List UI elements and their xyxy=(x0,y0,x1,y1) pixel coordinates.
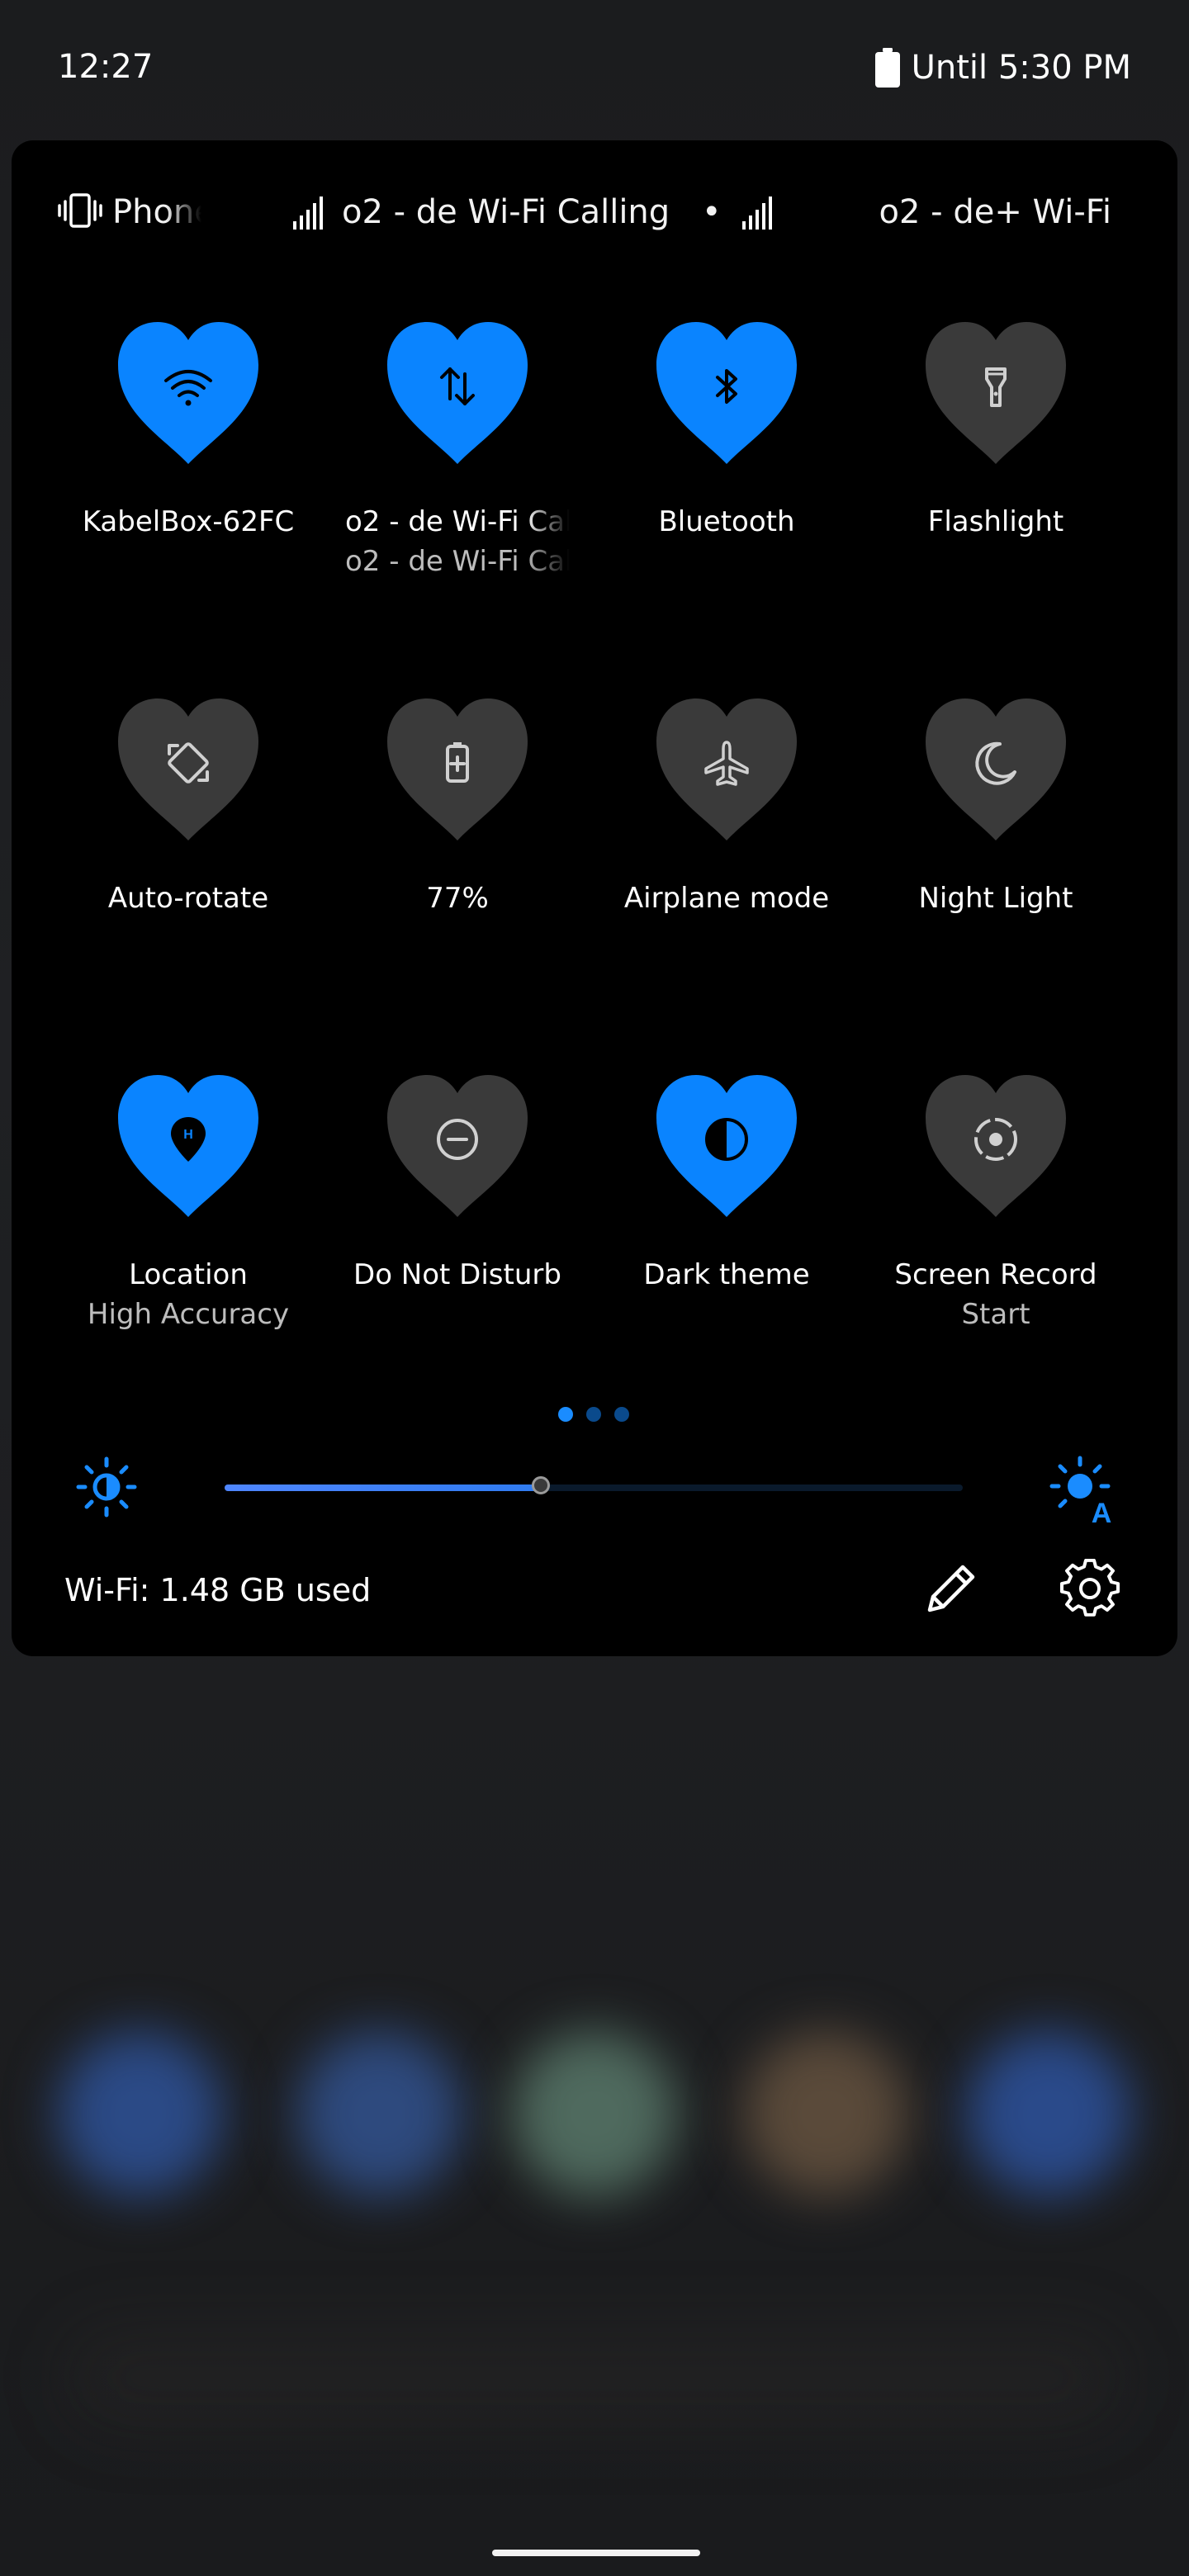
brightness-slider-fill xyxy=(225,1485,542,1491)
tile-label: KabelBox-62FC xyxy=(82,505,295,538)
blurred-home-apps xyxy=(0,1998,1189,2213)
blurred-app-icon xyxy=(743,2031,908,2196)
data-usage-label[interactable]: Wi-Fi: 1.48 GB used xyxy=(64,1572,371,1608)
tile-auto-rotate[interactable]: Auto-rotate xyxy=(54,698,323,1054)
tile-bluetooth-button[interactable] xyxy=(656,322,797,464)
location-pin-icon: H xyxy=(171,1117,206,1162)
battery-full-icon xyxy=(874,48,900,88)
tile-wifi-button[interactable] xyxy=(118,322,258,464)
minus-circle-icon xyxy=(437,1119,478,1160)
tile-label: Flashlight xyxy=(927,505,1064,538)
tile-battery-saver-button[interactable] xyxy=(387,698,528,841)
tile-screen-record[interactable]: Screen Record Start xyxy=(861,1075,1130,1430)
flashlight-icon xyxy=(985,367,1007,407)
tile-mobile-data-button[interactable] xyxy=(387,322,528,464)
tile-sublabel: Start xyxy=(961,1298,1030,1331)
page-indicator xyxy=(558,1407,629,1422)
contrast-icon xyxy=(705,1118,748,1161)
status-time: 12:27 xyxy=(58,48,154,86)
gear-icon[interactable] xyxy=(1060,1559,1120,1618)
carrier-info-row: Phone o2 - de Wi-Fi Calling • o2 - de+ W… xyxy=(12,182,1177,248)
tile-label: Screen Record xyxy=(894,1258,1097,1291)
blurred-app-icon xyxy=(966,2031,1131,2196)
brightness-slider[interactable] xyxy=(225,1476,963,1494)
tile-sublabel: High Accuracy xyxy=(87,1298,290,1331)
brightness-slider-thumb[interactable] xyxy=(532,1476,551,1494)
tile-label: 77% xyxy=(426,882,489,915)
page-dot[interactable] xyxy=(614,1407,629,1422)
tile-battery-saver[interactable]: 77% xyxy=(323,698,592,1054)
tile-sublabel-text: o2 - de Wi-Fi Calling xyxy=(345,545,570,578)
tile-flashlight[interactable]: Flashlight xyxy=(861,322,1130,677)
tile-bluetooth[interactable]: Bluetooth xyxy=(592,322,861,677)
tile-airplane-mode[interactable]: Airplane mode xyxy=(592,698,861,1054)
battery-status: Until 5:30 PM xyxy=(874,48,1131,88)
tile-sublabel: o2 - de Wi-Fi Calling xyxy=(323,545,592,585)
tile-night-light[interactable]: Night Light xyxy=(861,698,1130,1054)
signal-bars-icon xyxy=(742,197,772,230)
tile-wifi[interactable]: KabelBox-62FC xyxy=(54,322,323,677)
carrier-2-label: o2 - de+ Wi-Fi xyxy=(879,193,1111,231)
tile-do-not-disturb-button[interactable] xyxy=(387,1075,528,1217)
page-dot[interactable] xyxy=(558,1407,573,1422)
tile-auto-rotate-button[interactable] xyxy=(118,698,258,841)
pencil-icon[interactable] xyxy=(918,1556,984,1622)
wifi-icon xyxy=(164,370,212,406)
quick-settings-panel: Phone o2 - de Wi-Fi Calling • o2 - de+ W… xyxy=(12,140,1177,1656)
tile-do-not-disturb[interactable]: Do Not Disturb xyxy=(323,1075,592,1430)
svg-text:H: H xyxy=(183,1128,193,1142)
rotate-icon xyxy=(168,742,209,784)
carrier-1-label: o2 - de Wi-Fi Calling xyxy=(342,193,670,231)
blurred-app-icon xyxy=(512,2031,677,2196)
carrier-separator: • xyxy=(702,193,722,231)
tile-screen-record-button[interactable] xyxy=(926,1075,1066,1217)
moon-icon xyxy=(975,741,1016,785)
tile-mobile-data[interactable]: o2 - de Wi-Fi Calling o2 - de Wi-Fi Call… xyxy=(323,322,592,677)
blurred-dock xyxy=(66,2328,1123,2427)
tile-dark-theme[interactable]: Dark theme xyxy=(592,1075,861,1430)
tile-label: o2 - de Wi-Fi Calling xyxy=(323,505,592,546)
tile-label: Airplane mode xyxy=(623,882,830,915)
brightness-low-icon xyxy=(76,1456,137,1518)
vibrate-icon[interactable] xyxy=(58,193,102,228)
page-dot[interactable] xyxy=(586,1407,601,1422)
bluetooth-icon xyxy=(716,369,737,404)
ringer-mode-label: Phone xyxy=(112,193,201,231)
status-bar: 12:27 Until 5:30 PM xyxy=(0,0,1189,140)
svg-text:A: A xyxy=(1092,1498,1112,1524)
data-transfer-icon xyxy=(440,367,475,405)
tile-dark-theme-button[interactable] xyxy=(656,1075,797,1217)
brightness-row: A xyxy=(12,1445,1177,1527)
tile-location[interactable]: H Location High Accuracy xyxy=(54,1075,323,1430)
home-indicator[interactable] xyxy=(492,2550,700,2556)
airplane-icon xyxy=(704,741,749,786)
quick-settings-footer: Wi-Fi: 1.48 GB used xyxy=(12,1544,1177,1635)
tile-label: Do Not Disturb xyxy=(353,1258,561,1291)
tile-label: Auto-rotate xyxy=(107,882,269,915)
tile-location-button[interactable]: H xyxy=(118,1075,258,1217)
tile-label-text: o2 - de Wi-Fi Calling xyxy=(345,505,570,538)
tile-airplane-mode-button[interactable] xyxy=(656,698,797,841)
signal-bars-icon xyxy=(293,197,323,230)
blurred-app-icon xyxy=(297,2031,462,2196)
battery-time-remaining: Until 5:30 PM xyxy=(911,49,1131,87)
tile-label: Bluetooth xyxy=(658,505,795,538)
tile-flashlight-button[interactable] xyxy=(926,322,1066,464)
battery-saver-icon xyxy=(446,742,469,783)
brightness-auto-icon[interactable]: A xyxy=(1049,1455,1118,1524)
record-icon xyxy=(974,1118,1017,1161)
tile-label: Dark theme xyxy=(643,1258,810,1291)
tile-night-light-button[interactable] xyxy=(926,698,1066,841)
tile-label: Location xyxy=(129,1258,248,1291)
blurred-app-icon xyxy=(58,2031,223,2196)
tile-label: Night Light xyxy=(918,882,1073,915)
